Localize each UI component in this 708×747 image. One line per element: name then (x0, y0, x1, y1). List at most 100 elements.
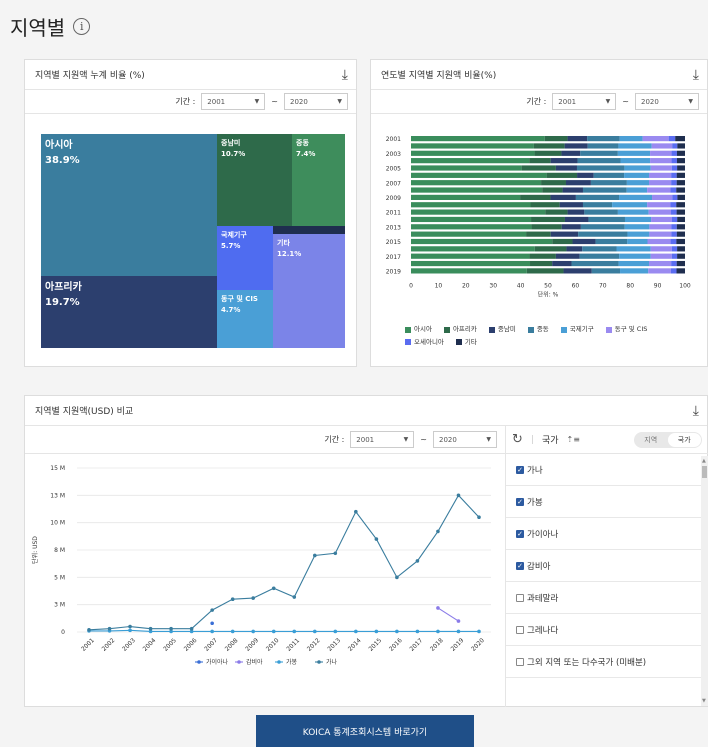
checkbox[interactable] (516, 657, 524, 666)
treemap-cell-africa[interactable]: 아프리카 19.7% (41, 276, 217, 348)
x-tick-label: 2005 (162, 637, 178, 653)
checkbox[interactable] (516, 593, 524, 602)
legend-item[interactable]: 아시아 (405, 324, 432, 335)
bar-segment (584, 209, 618, 215)
treemap-cell-latam[interactable]: 중남미 10.7% (217, 134, 292, 226)
bar-segment (531, 216, 565, 223)
y-tick-label: 2015 (386, 239, 401, 246)
series-line (89, 629, 479, 633)
bar-segment (587, 143, 619, 149)
treemap-cell-etc[interactable]: 기타 12.1% (273, 234, 345, 348)
x-tick-label: 40 (517, 283, 525, 290)
page-title: 지역별 i (10, 12, 91, 41)
checkbox[interactable]: ✓ (516, 529, 524, 538)
data-point (436, 606, 440, 610)
bar-segment (677, 143, 685, 149)
data-point (354, 509, 358, 514)
bar-segment (670, 202, 677, 208)
bar-segment (649, 172, 672, 178)
country-item[interactable]: ✓ 가이아나 (506, 518, 708, 550)
scrollbar[interactable]: ▲ ▼ (701, 456, 708, 706)
country-item[interactable]: ✓ 가봉 (506, 486, 708, 518)
bar-segment (651, 143, 673, 149)
bar-segment (650, 165, 672, 171)
x-tick-label: 2004 (142, 637, 158, 653)
legend-item[interactable]: 기타 (455, 337, 477, 348)
info-icon[interactable]: i (73, 18, 91, 35)
toggle-region[interactable]: 지역 (634, 435, 668, 445)
treemap-cell-middleeast[interactable]: 중동 7.4% (292, 134, 345, 226)
end-year-select[interactable]: 2020 ▼ (433, 431, 497, 448)
legend-item[interactable]: 오세아니아 (405, 337, 444, 348)
legend-item[interactable]: 중남미 (488, 324, 516, 335)
bar-segment (587, 136, 620, 142)
country-item[interactable]: ✓ 가나 (506, 454, 708, 486)
legend-item[interactable]: 아프리카 (443, 324, 477, 335)
bar-segment (626, 187, 648, 193)
bar-segment (676, 158, 685, 164)
bar-segment (582, 187, 627, 193)
start-year-select[interactable]: 2001 ▼ (552, 93, 617, 110)
bar-segment (577, 172, 594, 178)
country-item[interactable]: 그레나다 (506, 614, 708, 646)
x-tick-label: 2007 (203, 637, 219, 653)
legend-item[interactable]: 국제기구 (560, 324, 594, 335)
bar-segment (620, 268, 649, 274)
bar-segment (677, 216, 685, 223)
region-country-toggle[interactable]: 지역 국가 (634, 431, 702, 448)
bar-segment (552, 238, 573, 245)
stacked-panel: 연도별 지역별 지원액 비율(%) ⤓ 기간 : 2001 ▼ ~ 2020 ▼ 2… (370, 59, 708, 367)
refresh-icon[interactable]: ↻ (512, 432, 523, 447)
toggle-country[interactable]: 국가 (667, 432, 701, 447)
bar-segment (411, 187, 543, 193)
bar-segment (620, 158, 651, 164)
bar-segment (676, 180, 685, 186)
chevron-down-icon: ▼ (403, 436, 409, 443)
x-tick-label: 2010 (265, 637, 281, 653)
download-icon[interactable]: ⤓ (693, 403, 699, 419)
scrollbar-thumb[interactable] (702, 466, 707, 478)
end-year-select[interactable]: 2020 ▼ (635, 93, 699, 110)
bar-segment (650, 150, 672, 156)
data-point (292, 629, 297, 634)
country-item[interactable]: 그외 지역 또는 다수국가 (미배분) (506, 646, 708, 678)
x-tick-label: 100 (679, 283, 691, 290)
bar-segment (618, 260, 650, 267)
legend-item[interactable]: 동구 및 CIS (605, 324, 647, 335)
x-tick-label: 2018 (429, 637, 445, 653)
country-item[interactable]: ✓ 감비아 (506, 550, 708, 582)
y-axis-label: 단위: USD (31, 536, 39, 564)
download-icon[interactable]: ⤓ (693, 67, 699, 83)
country-item[interactable]: 과테말라 (506, 582, 708, 614)
bar-segment (671, 158, 677, 164)
legend-label: 아프리카 (452, 325, 477, 333)
download-icon[interactable]: ⤓ (342, 67, 348, 83)
bar-segment (676, 231, 685, 237)
bar-segment (411, 158, 530, 164)
checkbox[interactable]: ✓ (516, 497, 524, 506)
checkbox[interactable]: ✓ (516, 561, 524, 570)
treemap-cell-cis[interactable]: 동구 및 CIS 4.7% (217, 290, 273, 348)
legend-label: 중남미 (497, 325, 516, 333)
treemap-cell-intl[interactable]: 국제기구 5.7% (217, 226, 273, 290)
start-year-select[interactable]: 2001 ▼ (350, 431, 415, 448)
checkbox[interactable]: ✓ (516, 465, 524, 474)
data-point (210, 608, 214, 612)
start-year-select[interactable]: 2001 ▼ (201, 93, 266, 110)
legend-item[interactable]: 중동 (527, 324, 549, 335)
legend-label: 가나 (326, 658, 338, 666)
treemap-cell-oceania[interactable] (273, 226, 345, 234)
sort-icon[interactable]: ⇡≡ (567, 435, 580, 444)
bar-segment (541, 180, 566, 186)
bar-segment (650, 158, 672, 164)
koica-stats-button[interactable]: KOICA 통계조회시스템 바로가기 (256, 715, 474, 747)
legend-label: 기타 (464, 337, 477, 346)
y-tick-label: 0 (61, 629, 65, 636)
legend-label: 국제기구 (569, 325, 594, 333)
end-year-select[interactable]: 2020 ▼ (284, 93, 348, 110)
bar-segment (529, 253, 556, 259)
treemap-cell-asia[interactable]: 아시아 38.9% (41, 134, 217, 276)
checkbox[interactable] (516, 625, 524, 634)
chevron-down-icon: ▼ (605, 98, 611, 105)
compare-title: 지역별 지원액(USD) 비교 (35, 407, 134, 417)
